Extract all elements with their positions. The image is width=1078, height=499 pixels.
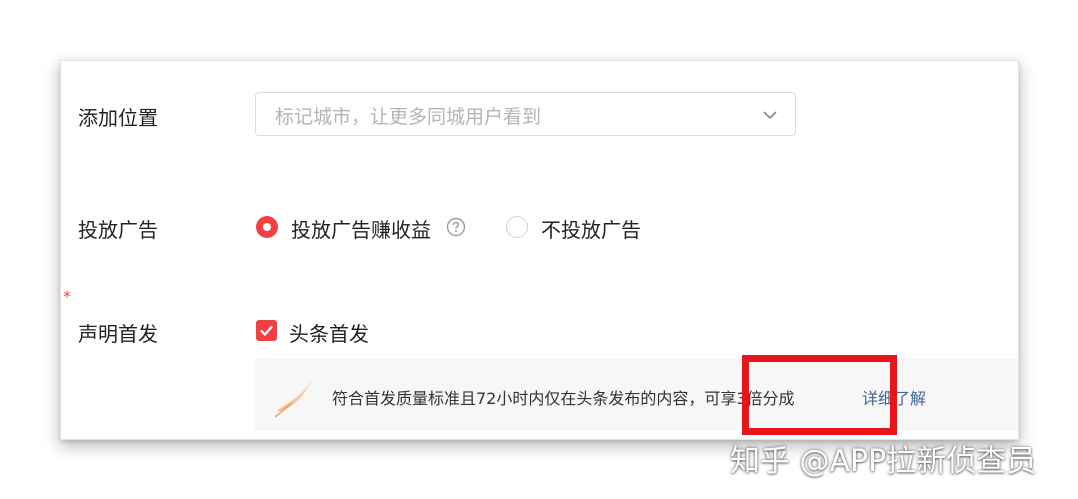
- ads-option-on-label[interactable]: 投放广告赚收益: [291, 214, 431, 243]
- first-publish-tip: 符合首发质量标准且72小时内仅在头条发布的内容，可享3倍分成 详细了解: [255, 359, 1018, 431]
- location-placeholder: 标记城市，让更多同城用户看到: [275, 106, 542, 128]
- required-mark: *: [63, 287, 71, 306]
- location-label: 添加位置: [78, 106, 158, 130]
- first-publish-checkbox[interactable]: [256, 320, 277, 341]
- first-publish-checkbox-label[interactable]: 头条首发: [289, 318, 369, 347]
- annotation-highlight-box: [742, 355, 897, 435]
- radio-ads-off[interactable]: [506, 216, 528, 238]
- watermark: 知乎 @APP拉新侦查员: [730, 444, 1037, 479]
- check-icon: [260, 325, 273, 337]
- first-publish-tip-text: 符合首发质量标准且72小时内仅在头条发布的内容，可享3倍分成: [332, 389, 795, 408]
- feather-icon: [274, 375, 315, 418]
- help-icon[interactable]: [446, 217, 466, 237]
- location-select[interactable]: 标记城市，让更多同城用户看到: [255, 92, 796, 136]
- first-publish-label: 声明首发: [78, 322, 158, 346]
- chevron-down-icon: [763, 111, 777, 120]
- ads-label: 投放广告: [78, 218, 158, 242]
- radio-ads-on[interactable]: [256, 216, 278, 238]
- ads-option-off-label[interactable]: 不投放广告: [541, 214, 641, 243]
